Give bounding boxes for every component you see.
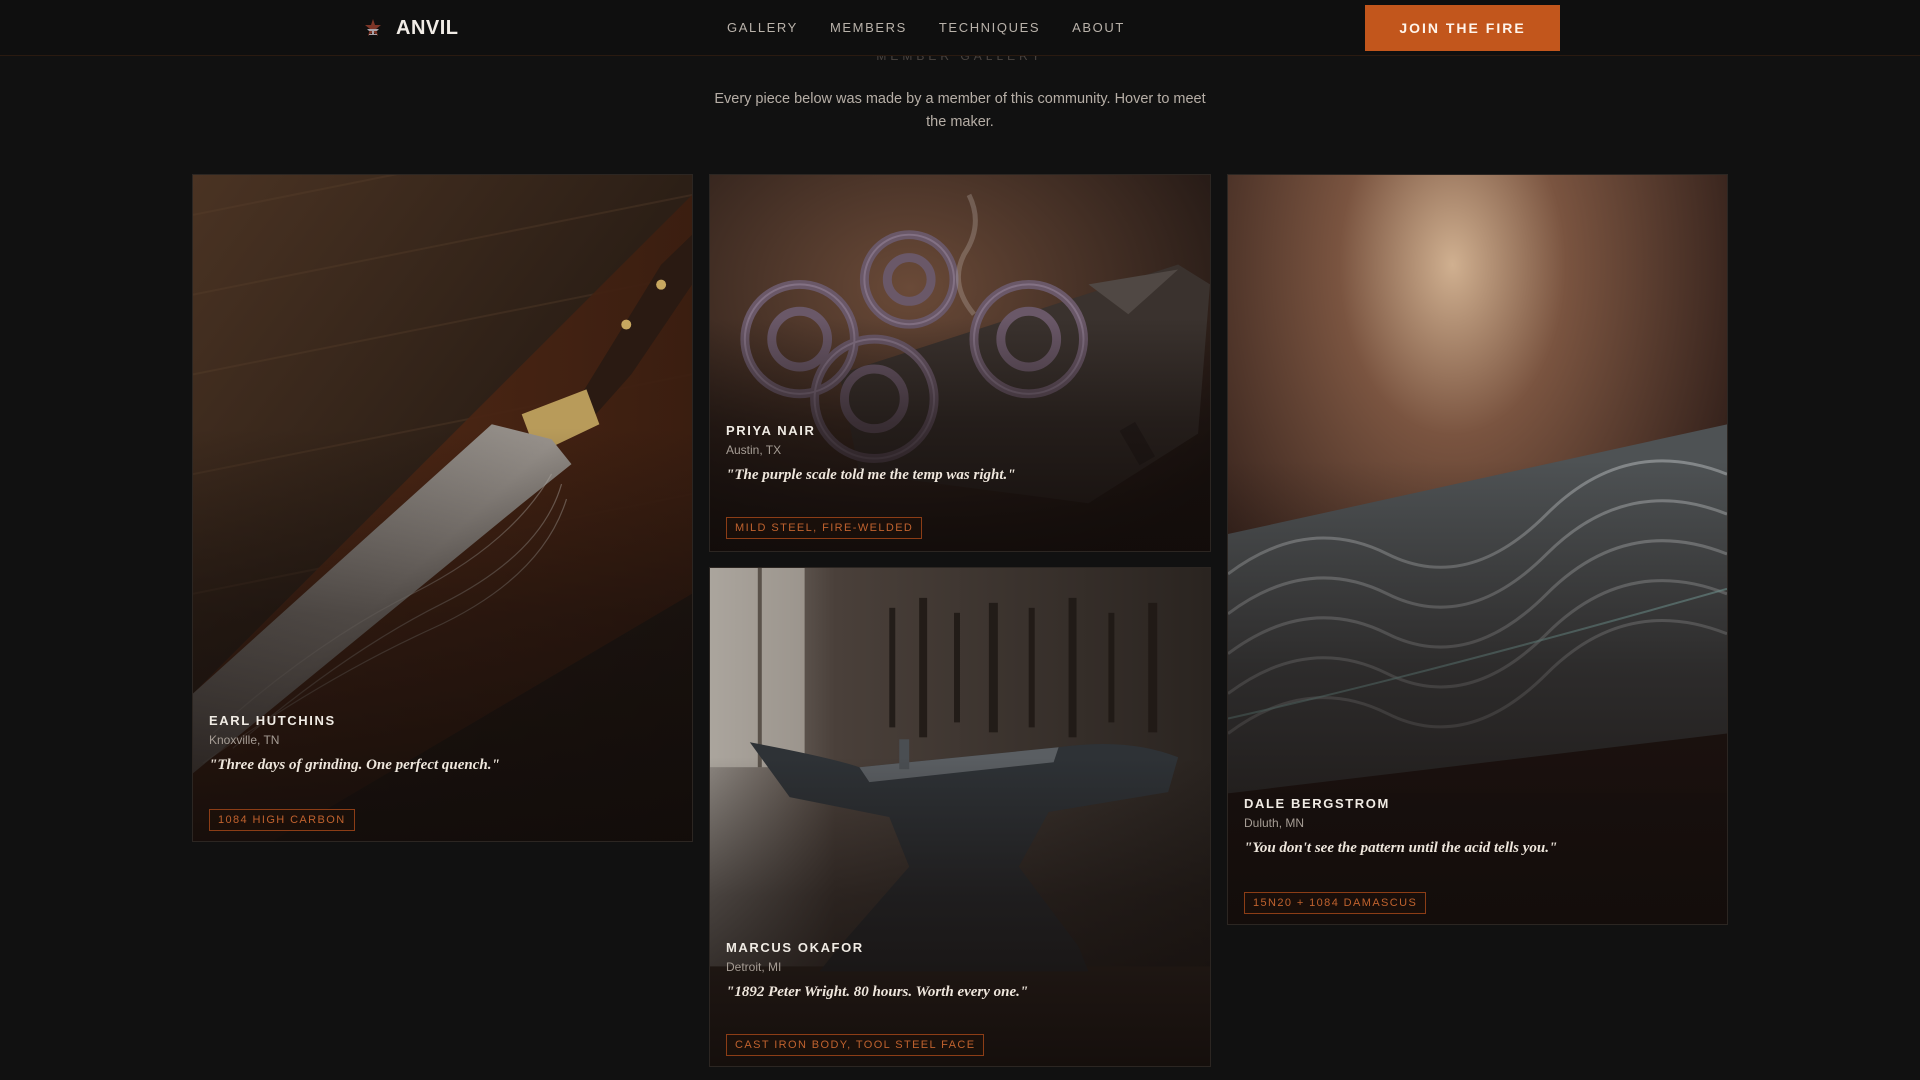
card-meta: PRIYA NAIR Austin, TX "The purple scale … <box>726 423 1194 484</box>
nav-links: GALLERY MEMBERS TECHNIQUES ABOUT <box>727 20 1125 35</box>
top-nav: ANVIL GALLERY MEMBERS TECHNIQUES ABOUT J… <box>0 0 1920 56</box>
card-meta: DALE BERGSTROM Duluth, MN "You don't see… <box>1244 796 1711 857</box>
anvil-icon <box>365 19 381 36</box>
brand-logo[interactable]: ANVIL <box>362 14 459 42</box>
join-the-fire-button[interactable]: JOIN THE FIRE <box>1365 5 1560 51</box>
nav-link-members[interactable]: MEMBERS <box>830 20 907 35</box>
material-tag: CAST IRON BODY, TOOL STEEL FACE <box>726 1034 985 1056</box>
gallery-card-priya-nair[interactable]: PRIYA NAIR Austin, TX "The purple scale … <box>709 174 1211 552</box>
nav-link-gallery[interactable]: GALLERY <box>727 20 798 35</box>
gallery-card-marcus-okafor[interactable]: MARCUS OKAFOR Detroit, MI "1892 Peter Wr… <box>709 567 1211 1067</box>
maker-name: EARL HUTCHINS <box>209 713 336 728</box>
maker-quote: "The purple scale told me the temp was r… <box>726 467 1016 483</box>
maker-quote: "1892 Peter Wright. 80 hours. Worth ever… <box>726 984 1029 1000</box>
material-tag: 1084 HIGH CARBON <box>209 809 355 831</box>
maker-quote: "Three days of grinding. One perfect que… <box>209 757 500 773</box>
brand-name: ANVIL <box>396 16 459 39</box>
maker-name: MARCUS OKAFOR <box>726 940 864 955</box>
card-shade <box>193 428 692 841</box>
maker-location: Duluth, MN <box>1244 816 1305 830</box>
nav-link-about[interactable]: ABOUT <box>1072 20 1125 35</box>
gallery-card-earl-hutchins[interactable]: EARL HUTCHINS Knoxville, TN "Three days … <box>192 174 693 842</box>
gallery-card-dale-bergstrom[interactable]: DALE BERGSTROM Duluth, MN "You don't see… <box>1227 174 1728 925</box>
card-meta: MARCUS OKAFOR Detroit, MI "1892 Peter Wr… <box>726 940 1194 1001</box>
maker-location: Detroit, MI <box>726 960 782 974</box>
maker-name: PRIYA NAIR <box>726 423 816 438</box>
card-meta: EARL HUTCHINS Knoxville, TN "Three days … <box>209 713 676 774</box>
material-tag: MILD STEEL, FIRE-WELDED <box>726 517 923 539</box>
gallery-intro-text: Every piece below was made by a member o… <box>714 91 1206 130</box>
maker-location: Knoxville, TN <box>209 733 280 747</box>
material-tag: 15N20 + 1084 DAMASCUS <box>1244 892 1427 914</box>
card-shade <box>710 757 1210 1066</box>
maker-location: Austin, TX <box>726 443 782 457</box>
nav-link-techniques[interactable]: TECHNIQUES <box>939 20 1040 35</box>
maker-name: DALE BERGSTROM <box>1244 796 1390 811</box>
maker-quote: "You don't see the pattern until the aci… <box>1244 840 1558 856</box>
